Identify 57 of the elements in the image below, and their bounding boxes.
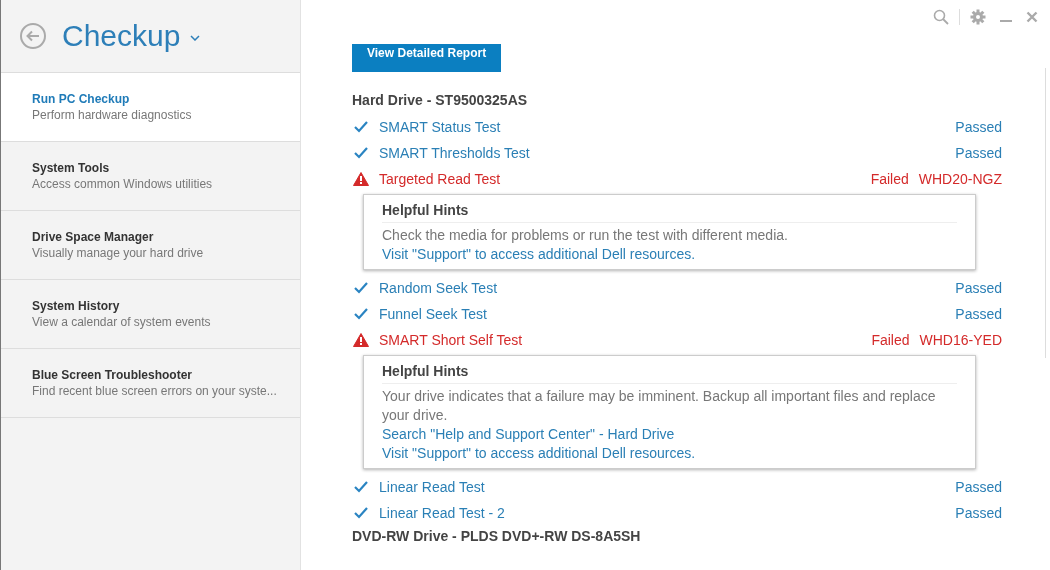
- test-result: Passed: [955, 306, 1002, 322]
- check-icon: [352, 147, 370, 159]
- hint-title: Helpful Hints: [382, 201, 957, 223]
- warning-icon: [352, 333, 370, 347]
- check-icon: [352, 121, 370, 133]
- back-icon[interactable]: [19, 22, 47, 50]
- item-subtitle: Visually manage your hard drive: [32, 246, 204, 260]
- app-title: Checkup: [62, 19, 181, 53]
- check-icon: [352, 282, 370, 294]
- hint-text: Your drive indicates that a failure may be imminent. Backup all important files and replace your drive.: [382, 387, 937, 425]
- error-code: WHD20-NGZ: [918, 171, 1002, 187]
- chevron-down-icon[interactable]: [190, 35, 201, 41]
- sidebar-item[interactable]: Drive Space Manager Visually manage your hard drive: [1, 211, 300, 280]
- check-icon: [352, 507, 370, 519]
- test-name[interactable]: Targeted Read Test: [379, 171, 871, 187]
- hint-link[interactable]: Search "Help and Support Center" - Hard Drive: [382, 425, 675, 444]
- sidebar-item[interactable]: System Tools Access common Windows utilities: [1, 142, 300, 211]
- test-result: Passed: [955, 505, 1002, 521]
- test-name[interactable]: Funnel Seek Test: [379, 306, 956, 322]
- test-name[interactable]: Random Seek Test: [379, 280, 956, 296]
- sidebar-item[interactable]: Run PC Checkup Perform hardware diagnostics: [1, 73, 300, 142]
- item-title: Blue Screen Troubleshooter: [32, 368, 193, 382]
- test-result: Passed: [955, 145, 1002, 161]
- section-heading: DVD-RW Drive - PLDS DVD+-RW DS-8A5SH: [352, 528, 642, 546]
- test-result: Passed: [955, 479, 1002, 495]
- item-title: Run PC Checkup: [32, 92, 130, 106]
- hint-title: Helpful Hints: [382, 362, 957, 384]
- search-icon[interactable]: [933, 9, 949, 25]
- test-name[interactable]: SMART Status Test: [379, 119, 956, 135]
- view-report-button[interactable]: View Detailed Report: [352, 44, 502, 72]
- check-icon: [352, 481, 370, 493]
- item-subtitle: Perform hardware diagnostics: [32, 108, 192, 122]
- test-result: Failed: [870, 171, 909, 187]
- test-name[interactable]: SMART Thresholds Test: [379, 145, 956, 161]
- item-title: Drive Space Manager: [32, 230, 154, 244]
- close-icon[interactable]: [1026, 11, 1038, 23]
- hint-link[interactable]: Visit "Support" to access additional Dell resources.: [382, 444, 696, 463]
- test-name[interactable]: Linear Read Test: [379, 479, 956, 495]
- check-icon: [352, 308, 370, 320]
- error-code: WHD16-YED: [919, 332, 1002, 348]
- test-name[interactable]: Linear Read Test - 2: [379, 505, 956, 521]
- settings-icon[interactable]: [970, 9, 986, 25]
- warning-icon: [352, 172, 370, 186]
- item-title: System History: [32, 299, 120, 313]
- test-result: Passed: [955, 280, 1002, 296]
- item-subtitle: Find recent blue screen errors on your syste...: [32, 384, 277, 398]
- section-heading: Hard Drive - ST9500325AS: [352, 92, 529, 110]
- test-result: Failed: [871, 332, 910, 348]
- hint-text: Check the media for problems or run the test with different media.: [382, 226, 789, 245]
- hint-link[interactable]: Visit "Support" to access additional Dell resources.: [382, 245, 696, 264]
- item-title: System Tools: [32, 161, 110, 175]
- test-name[interactable]: SMART Short Self Test: [379, 332, 872, 348]
- sidebar-item[interactable]: System History View a calendar of system events: [1, 280, 300, 349]
- item-subtitle: View a calendar of system events: [32, 315, 211, 329]
- test-result: Passed: [955, 119, 1002, 135]
- item-subtitle: Access common Windows utilities: [32, 177, 213, 191]
- sidebar-item[interactable]: Blue Screen Troubleshooter Find recent blue screen errors on your syste...: [1, 349, 300, 418]
